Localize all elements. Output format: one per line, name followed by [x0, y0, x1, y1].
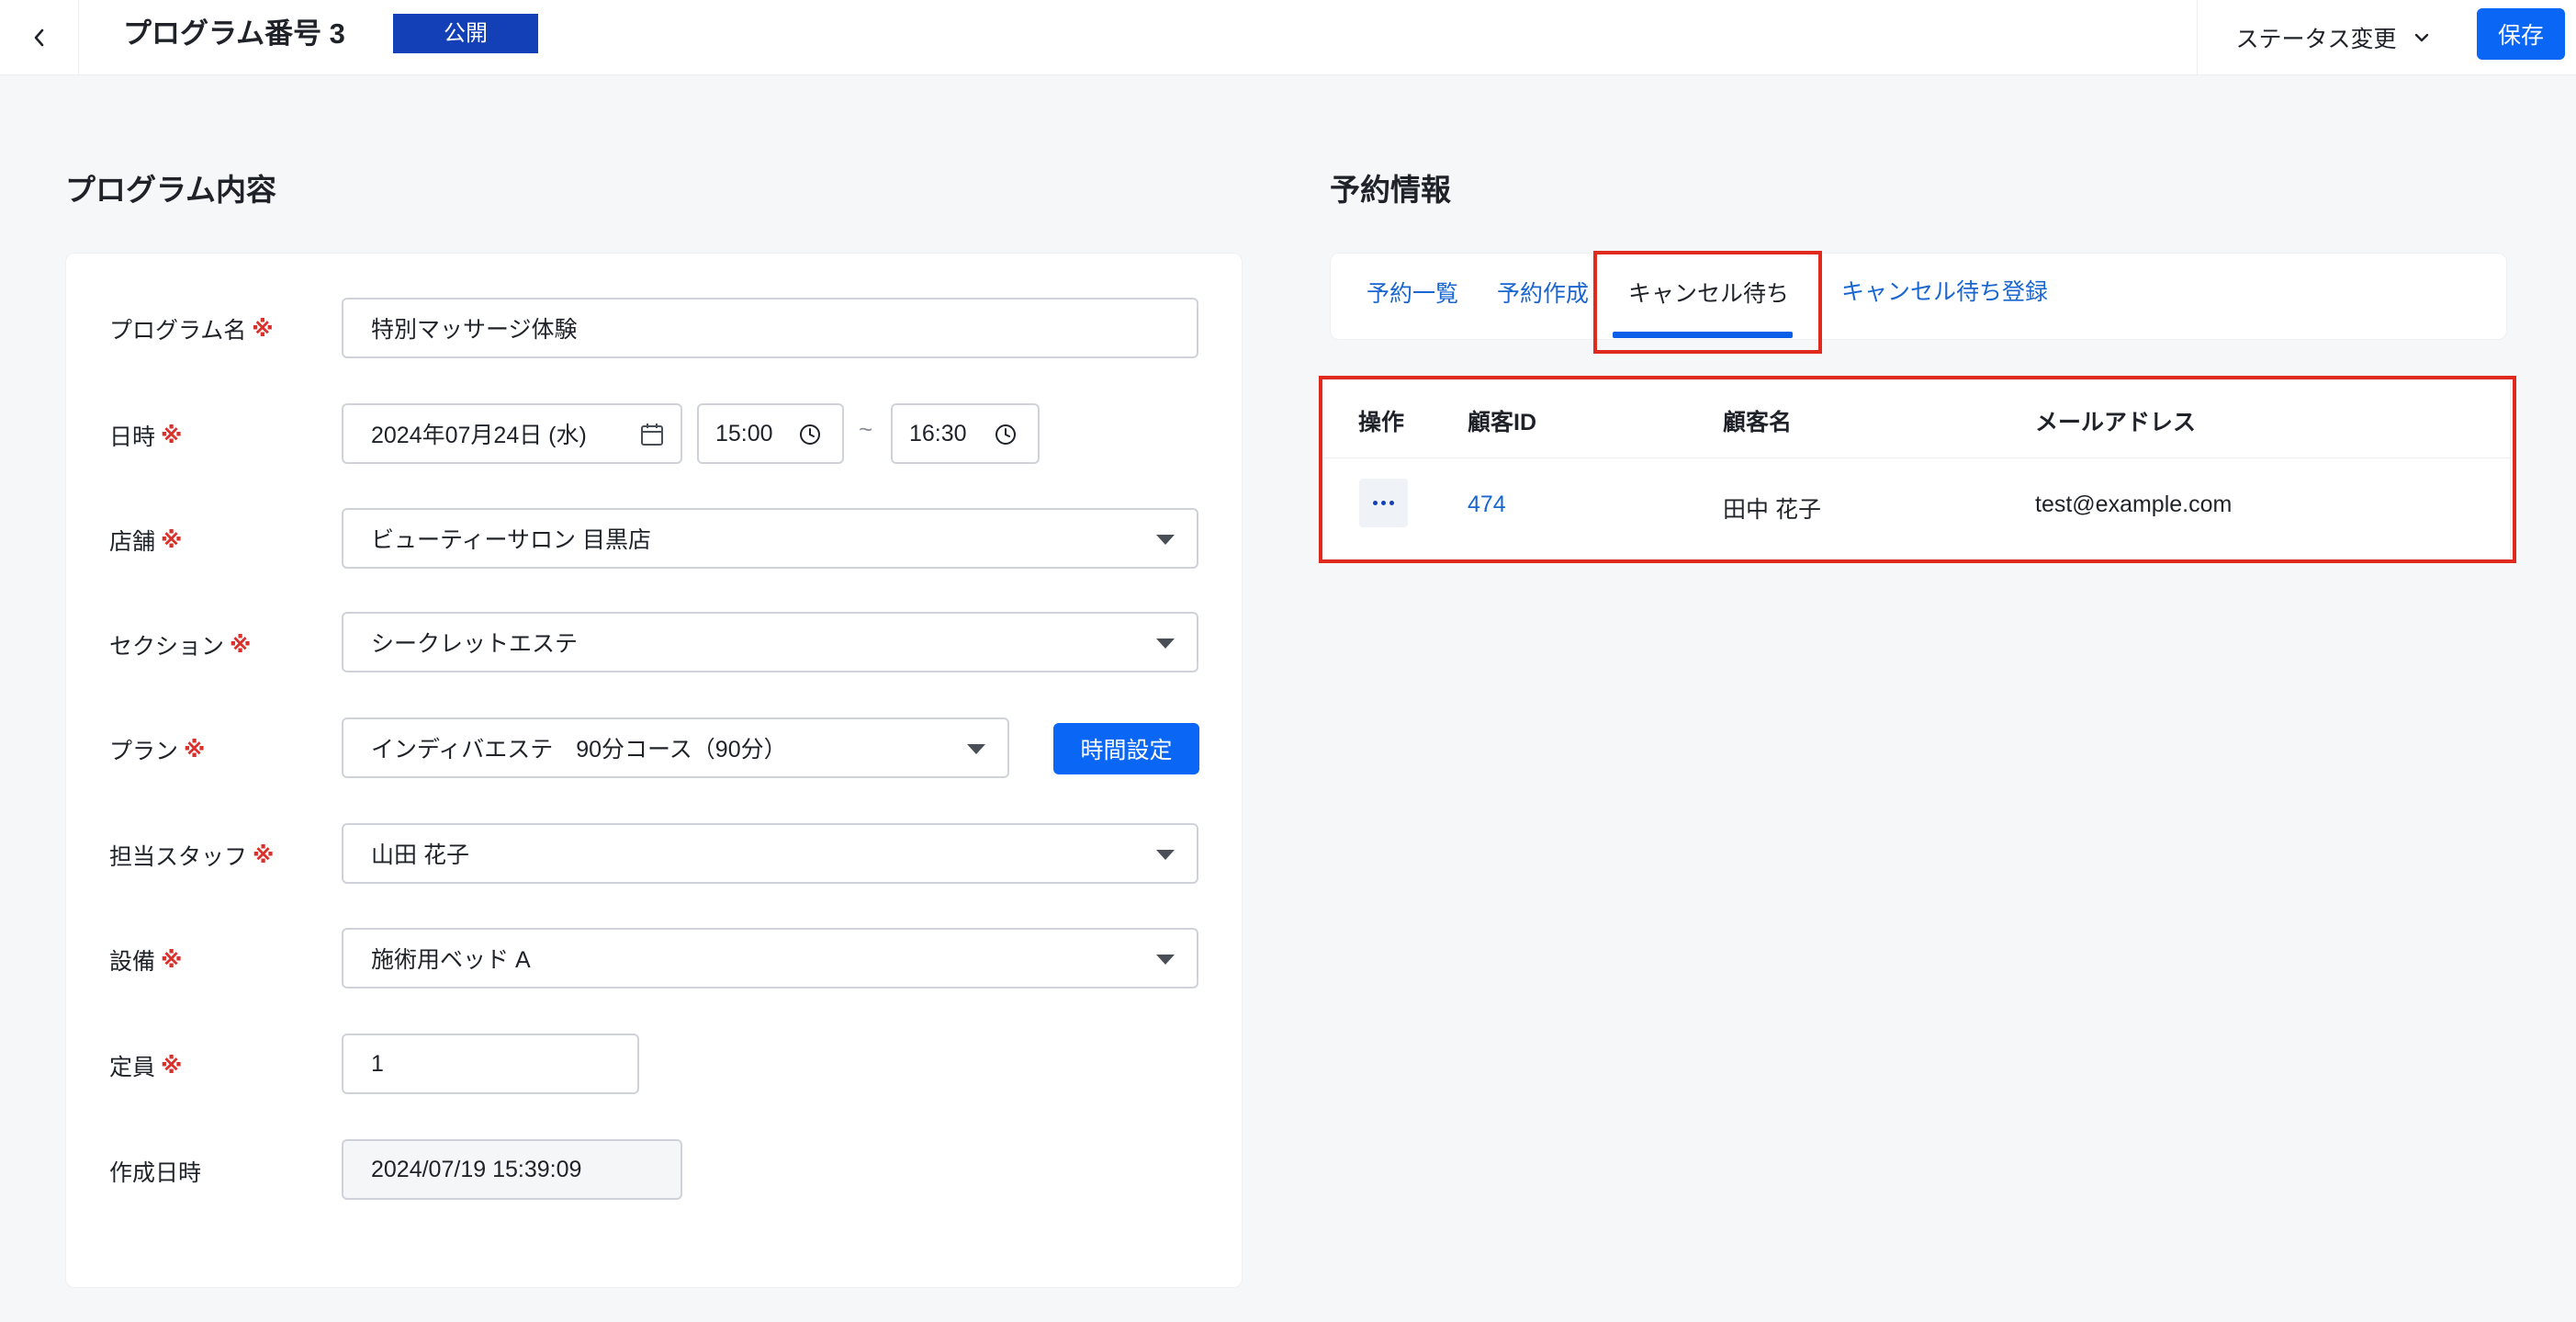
required-mark: ※: [230, 632, 252, 658]
status-change-label: ステータス変更: [2235, 27, 2397, 52]
datetime-label-text: 日時: [109, 424, 156, 450]
required-mark: ※: [161, 527, 183, 553]
customer-id-link[interactable]: 474: [1468, 492, 1506, 518]
equipment-label: 設備 ※: [109, 943, 182, 977]
more-icon: [1373, 501, 1378, 505]
store-value: ビューティーサロン 目黒店: [371, 527, 651, 553]
capacity-value: 1: [371, 1050, 384, 1077]
more-icon-dot: [1389, 501, 1394, 505]
status-badge: 公開: [393, 14, 538, 53]
program-name-label-text: プログラム名: [109, 318, 247, 344]
chevron-down-icon: [2414, 33, 2428, 42]
store-select[interactable]: ビューティーサロン 目黒店: [342, 508, 1198, 569]
more-icon-dot: [1381, 501, 1386, 505]
section-select[interactable]: シークレットエステ: [342, 612, 1198, 672]
time-setting-button[interactable]: 時間設定: [1053, 723, 1199, 774]
program-name-input[interactable]: 特別マッサージ体験: [342, 298, 1198, 358]
program-name-value: 特別マッサージ体験: [371, 317, 578, 343]
capacity-label: 定員 ※: [109, 1049, 182, 1082]
calendar-icon: [641, 424, 663, 446]
section-label-text: セクション: [109, 634, 225, 660]
plan-value: インディバエステ 90分コース（90分）: [371, 737, 787, 763]
required-mark: ※: [161, 1053, 183, 1079]
active-tab-indicator: [1613, 332, 1793, 338]
created-at-value: 2024/07/19 15:39:09: [371, 1156, 582, 1182]
status-change-dropdown[interactable]: ステータス変更: [2197, 0, 2468, 75]
caret-down-icon: [967, 744, 985, 754]
tab-reservation-create[interactable]: 予約作成: [1497, 276, 1589, 309]
time-range-separator: ~: [859, 415, 873, 443]
top-bar: プログラム番号 3 公開 ステータス変更 保存: [0, 0, 2576, 75]
start-time-value: 15:00: [715, 420, 773, 446]
created-at-label: 作成日時: [109, 1155, 201, 1188]
plan-label-text: プラン: [109, 739, 179, 764]
required-mark: ※: [184, 737, 206, 763]
column-header-email: メールアドレス: [2035, 410, 2197, 435]
start-time-picker[interactable]: 15:00: [697, 403, 844, 464]
caret-down-icon: [1156, 955, 1175, 965]
program-name-label: プログラム名 ※: [109, 312, 274, 345]
store-label: 店舗 ※: [109, 524, 182, 557]
clock-icon: [996, 424, 1016, 445]
date-picker[interactable]: 2024年07月24日 (水): [342, 403, 682, 464]
datetime-label: 日時 ※: [109, 419, 182, 452]
caret-down-icon: [1156, 535, 1175, 545]
customer-name-cell: 田中 花子: [1723, 497, 1821, 523]
equipment-select[interactable]: 施術用ベッド A: [342, 928, 1198, 989]
clock-icon: [800, 424, 820, 445]
staff-label: 担当スタッフ ※: [109, 839, 274, 872]
created-at-field: 2024/07/19 15:39:09: [342, 1139, 682, 1200]
equipment-label-text: 設備: [109, 949, 156, 975]
reservation-section-title: 予約情報: [1330, 173, 1451, 207]
staff-value: 山田 花子: [371, 842, 469, 868]
tab-cancel-waitlist-register[interactable]: キャンセル待ち登録: [1841, 274, 2048, 307]
page-title: プログラム番号 3: [123, 17, 345, 50]
section-value: シークレットエステ: [371, 631, 579, 657]
end-time-value: 16:30: [909, 420, 967, 446]
plan-label: プラン ※: [109, 733, 205, 766]
caret-down-icon: [1156, 638, 1175, 649]
staff-label-text: 担当スタッフ: [109, 844, 248, 870]
capacity-input[interactable]: 1: [342, 1034, 639, 1094]
equipment-value: 施術用ベッド A: [371, 947, 531, 973]
tab-reservation-list[interactable]: 予約一覧: [1367, 276, 1458, 309]
date-value: 2024年07月24日 (水): [371, 423, 587, 448]
required-mark: ※: [253, 842, 275, 868]
column-header-actions: 操作: [1358, 410, 1405, 435]
required-mark: ※: [252, 316, 274, 342]
chevron-left-icon: [34, 28, 43, 47]
section-label: セクション ※: [109, 628, 251, 661]
end-time-picker[interactable]: 16:30: [891, 403, 1040, 464]
capacity-label-text: 定員: [109, 1055, 156, 1080]
created-at-label-text: 作成日時: [109, 1160, 202, 1186]
program-section-title: プログラム内容: [65, 173, 277, 207]
back-button[interactable]: [0, 0, 79, 75]
required-mark: ※: [161, 423, 183, 448]
column-header-customer-id: 顧客ID: [1468, 410, 1537, 435]
tab-cancel-waitlist[interactable]: キャンセル待ち: [1628, 276, 1789, 309]
column-header-customer-name: 顧客名: [1723, 410, 1793, 435]
row-actions-button[interactable]: [1359, 479, 1408, 527]
plan-select[interactable]: インディバエステ 90分コース（90分）: [342, 717, 1009, 778]
email-cell: test@example.com: [2035, 492, 2233, 517]
store-label-text: 店舗: [109, 529, 156, 555]
save-button[interactable]: 保存: [2477, 8, 2565, 60]
staff-select[interactable]: 山田 花子: [342, 823, 1198, 884]
caret-down-icon: [1156, 850, 1175, 860]
required-mark: ※: [161, 947, 183, 973]
